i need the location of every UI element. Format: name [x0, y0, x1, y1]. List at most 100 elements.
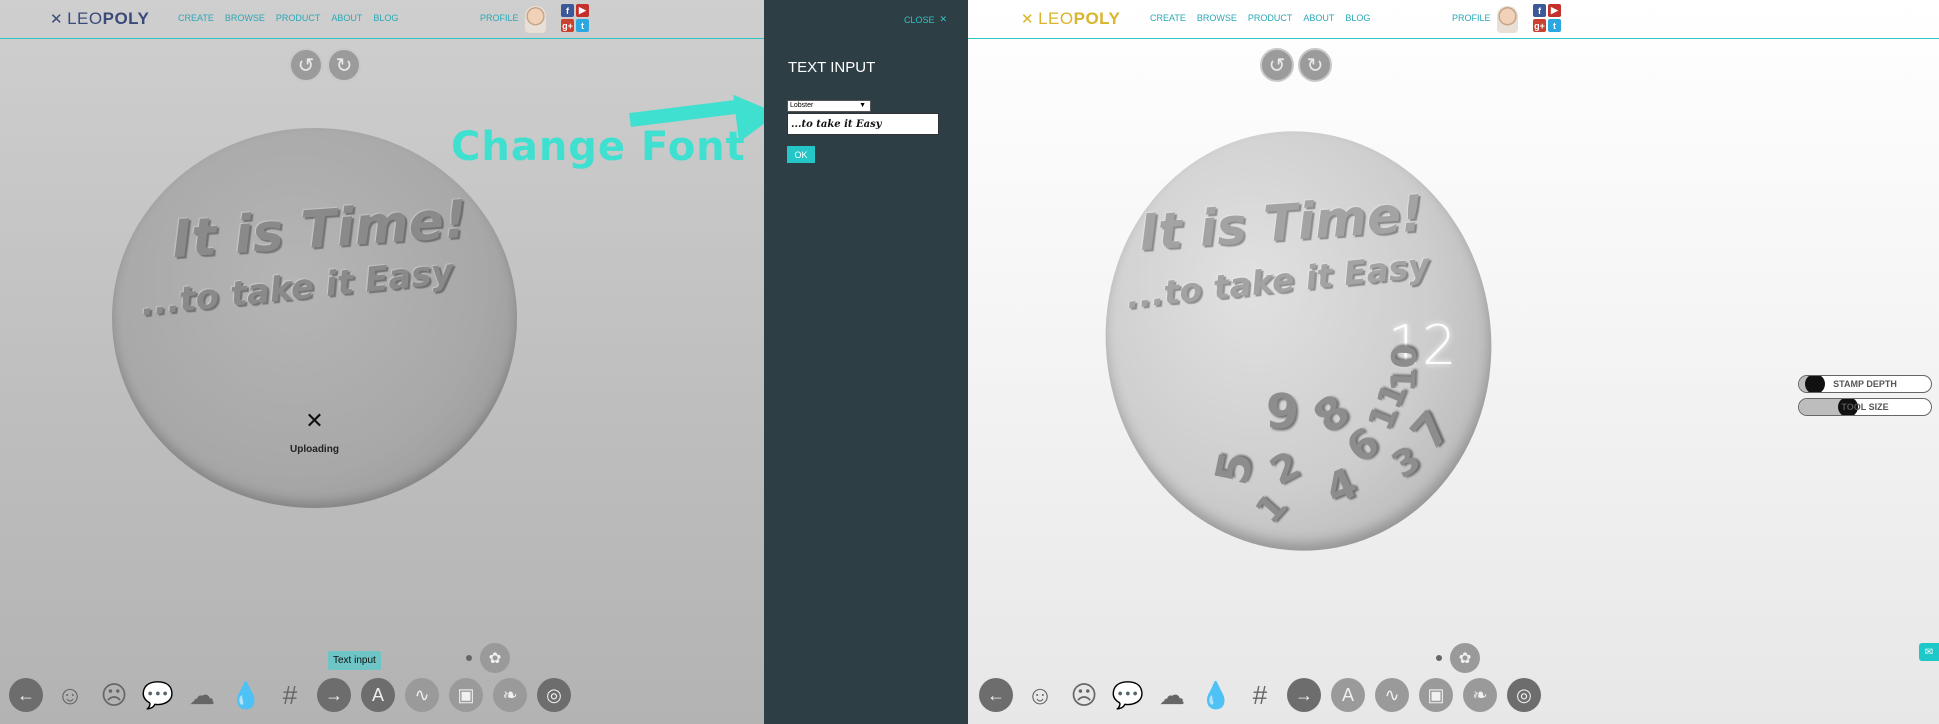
ok-button[interactable]: OK [787, 146, 815, 163]
happy-face-icon[interactable]: ☺ [53, 678, 87, 712]
close-button[interactable]: CLOSE ✕ [904, 14, 947, 25]
uploading-icon: ✕ [305, 408, 324, 433]
cloud-icon[interactable]: ☁ [185, 678, 219, 712]
leopoly-logo-icon: ✕ [50, 11, 64, 28]
tool-size-slider[interactable]: TOOL SIZE [1798, 398, 1932, 416]
avatar[interactable] [1497, 6, 1518, 33]
youtube-icon[interactable]: ▶ [1548, 4, 1561, 17]
palette-icon: ✿ [488, 650, 502, 667]
undo-button[interactable]: ↺ [1260, 48, 1294, 82]
forward-arrow-icon[interactable]: → [1287, 678, 1321, 712]
stamp-depth-slider[interactable]: STAMP DEPTH [1798, 375, 1932, 393]
social-links: f ▶ g+ t [561, 4, 589, 32]
close-icon: ✕ [939, 14, 947, 24]
nav-about[interactable]: ABOUT [331, 13, 362, 23]
clock-number: 5 [1204, 446, 1264, 490]
speech-bubble-icon[interactable]: 💬 [141, 678, 175, 712]
facebook-icon[interactable]: f [561, 4, 574, 17]
nav-create[interactable]: CREATE [1150, 13, 1186, 23]
stamp-depth-label: STAMP DEPTH [1833, 379, 1897, 389]
youtube-icon[interactable]: ▶ [576, 4, 589, 17]
leopoly-logo[interactable]: ✕ LEO POLY [1021, 9, 1120, 29]
squiggle-icon[interactable]: ∿ [405, 678, 439, 712]
grid-icon[interactable]: # [273, 678, 307, 712]
squiggle-icon[interactable]: ∿ [1375, 678, 1409, 712]
annotation-arrow-icon [733, 89, 764, 143]
avatar[interactable] [525, 6, 546, 33]
googleplus-icon[interactable]: g+ [1533, 19, 1546, 32]
chat-icon: ✉ [1924, 646, 1934, 658]
undo-button[interactable]: ↺ [289, 48, 323, 82]
change-font-annotation: Change Font [451, 124, 746, 170]
nav-blog[interactable]: BLOG [1345, 13, 1370, 23]
image-icon[interactable]: ▣ [1419, 678, 1453, 712]
redo-button[interactable]: ↻ [327, 48, 361, 82]
panel-title: TEXT INPUT [788, 59, 876, 76]
nav-about[interactable]: ABOUT [1303, 13, 1334, 23]
text-input-panel: CLOSE ✕ TEXT INPUT Lobster ▼ ...to take … [764, 0, 968, 724]
sad-face-icon[interactable]: ☹ [97, 678, 131, 712]
nav-product[interactable]: PRODUCT [276, 13, 321, 23]
redo-button[interactable]: ↻ [1298, 48, 1332, 82]
nav-blog[interactable]: BLOG [373, 13, 398, 23]
cloud-icon[interactable]: ☁ [1155, 678, 1189, 712]
nav-profile[interactable]: PROFILE [480, 13, 519, 23]
clock-number: 9 [1264, 383, 1301, 441]
palette-button[interactable]: ✿ [1450, 643, 1480, 673]
back-arrow-icon[interactable]: ← [979, 678, 1013, 712]
happy-face-icon[interactable]: ☺ [1023, 678, 1057, 712]
stamp-disc-model[interactable]: It is Time! ...to take it Easy ✕ Uploadi… [112, 128, 517, 508]
uploading-label: Uploading [290, 444, 339, 455]
drop-icon[interactable]: 💧 [229, 678, 263, 712]
logo-text-leo: LEO [67, 9, 103, 28]
leopoly-logo[interactable]: ✕ LEO POLY [50, 9, 149, 29]
clock-number: 2 [1262, 442, 1307, 494]
tool-bar: ← ☺ ☹ 💬 ☁ 💧 # → A ∿ ▣ ❧ ◎ [9, 678, 571, 712]
undo-redo-group: ↺ ↻ [289, 48, 361, 82]
font-select[interactable]: Lobster ▼ [787, 100, 871, 112]
chat-button[interactable]: ✉ [1919, 643, 1939, 661]
grid-icon[interactable]: # [1243, 678, 1277, 712]
leaf-icon[interactable]: ❧ [493, 678, 527, 712]
target-icon[interactable]: ◎ [537, 678, 571, 712]
text-icon[interactable]: A [1331, 678, 1365, 712]
stamp-disc-model[interactable]: It is Time! ...to take it Easy 12 9 8 11… [1078, 106, 1519, 576]
drop-icon[interactable]: 💧 [1199, 678, 1233, 712]
nav-profile[interactable]: PROFILE [1452, 13, 1491, 23]
palette-indicator-dot [466, 655, 472, 661]
nav-product[interactable]: PRODUCT [1248, 13, 1293, 23]
stamp-text-input[interactable]: ...to take it Easy [787, 113, 939, 135]
leopoly-logo-icon: ✕ [1021, 11, 1035, 28]
tool-bar: ← ☺ ☹ 💬 ☁ 💧 # → A ∿ ▣ ❧ ◎ [979, 678, 1541, 712]
speech-bubble-icon[interactable]: 💬 [1111, 678, 1145, 712]
clock-number: 4 [1318, 457, 1365, 515]
clock-number: 1 [1248, 485, 1296, 532]
logo-text-leo: LEO [1038, 9, 1074, 28]
target-icon[interactable]: ◎ [1507, 678, 1541, 712]
back-arrow-icon[interactable]: ← [9, 678, 43, 712]
tool-size-label: TOOL SIZE [1841, 402, 1889, 412]
text-icon[interactable]: A [361, 678, 395, 712]
twitter-icon[interactable]: t [576, 19, 589, 32]
image-icon[interactable]: ▣ [449, 678, 483, 712]
sad-face-icon[interactable]: ☹ [1067, 678, 1101, 712]
leaf-icon[interactable]: ❧ [1463, 678, 1497, 712]
logo-text-poly: POLY [102, 9, 150, 28]
social-links: f ▶ g+ t [1533, 4, 1561, 32]
forward-arrow-icon[interactable]: → [317, 678, 351, 712]
palette-button[interactable]: ✿ [480, 643, 510, 673]
nav-browse[interactable]: BROWSE [225, 13, 265, 23]
nav-create[interactable]: CREATE [178, 13, 214, 23]
facebook-icon[interactable]: f [1533, 4, 1546, 17]
upload-indicator: ✕ Uploading [112, 408, 517, 455]
palette-indicator-dot [1436, 655, 1442, 661]
main-nav: CREATE BROWSE PRODUCT ABOUT BLOG [178, 13, 398, 23]
nav-browse[interactable]: BROWSE [1197, 13, 1237, 23]
googleplus-icon[interactable]: g+ [561, 19, 574, 32]
twitter-icon[interactable]: t [1548, 19, 1561, 32]
palette-icon: ✿ [1458, 650, 1472, 667]
clock-number: 3 [1384, 438, 1429, 487]
redo-icon: ↻ [335, 54, 353, 77]
annotation-arrow-shaft [629, 99, 743, 127]
main-nav: CREATE BROWSE PRODUCT ABOUT BLOG [1150, 13, 1370, 23]
